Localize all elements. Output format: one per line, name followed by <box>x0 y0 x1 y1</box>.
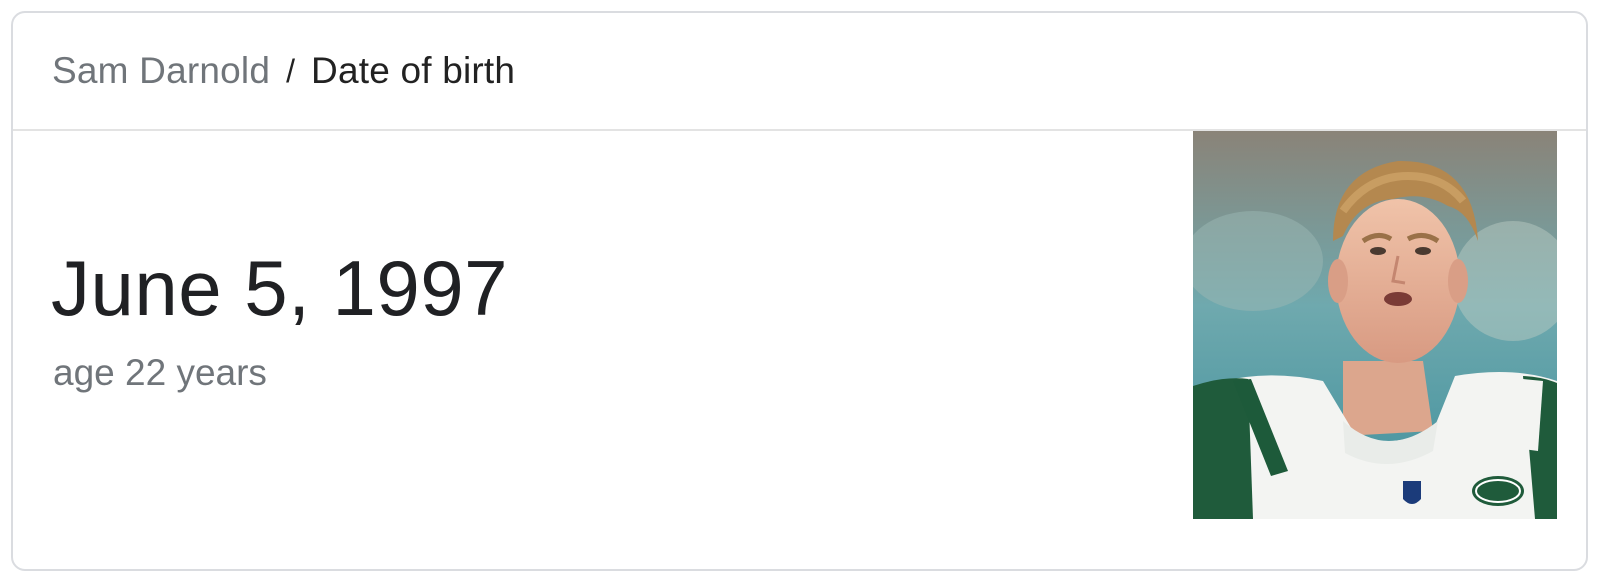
knowledge-card: Sam Darnold / Date of birth June 5, 1997… <box>11 11 1588 571</box>
age-subtext: age 22 years <box>53 352 267 393</box>
player-photo[interactable] <box>1193 131 1557 519</box>
nfl-logo-icon <box>1403 481 1421 504</box>
card-header: Sam Darnold / Date of birth <box>13 13 1586 131</box>
breadcrumb-attribute: Date of birth <box>311 50 516 91</box>
breadcrumb-entity-link[interactable]: Sam Darnold <box>52 50 270 92</box>
player-photo-image <box>1193 131 1557 519</box>
breadcrumb-separator: / <box>286 52 296 89</box>
answer-area: June 5, 1997 age 22 years <box>13 131 1586 551</box>
date-of-birth-value: June 5, 1997 <box>51 244 509 332</box>
